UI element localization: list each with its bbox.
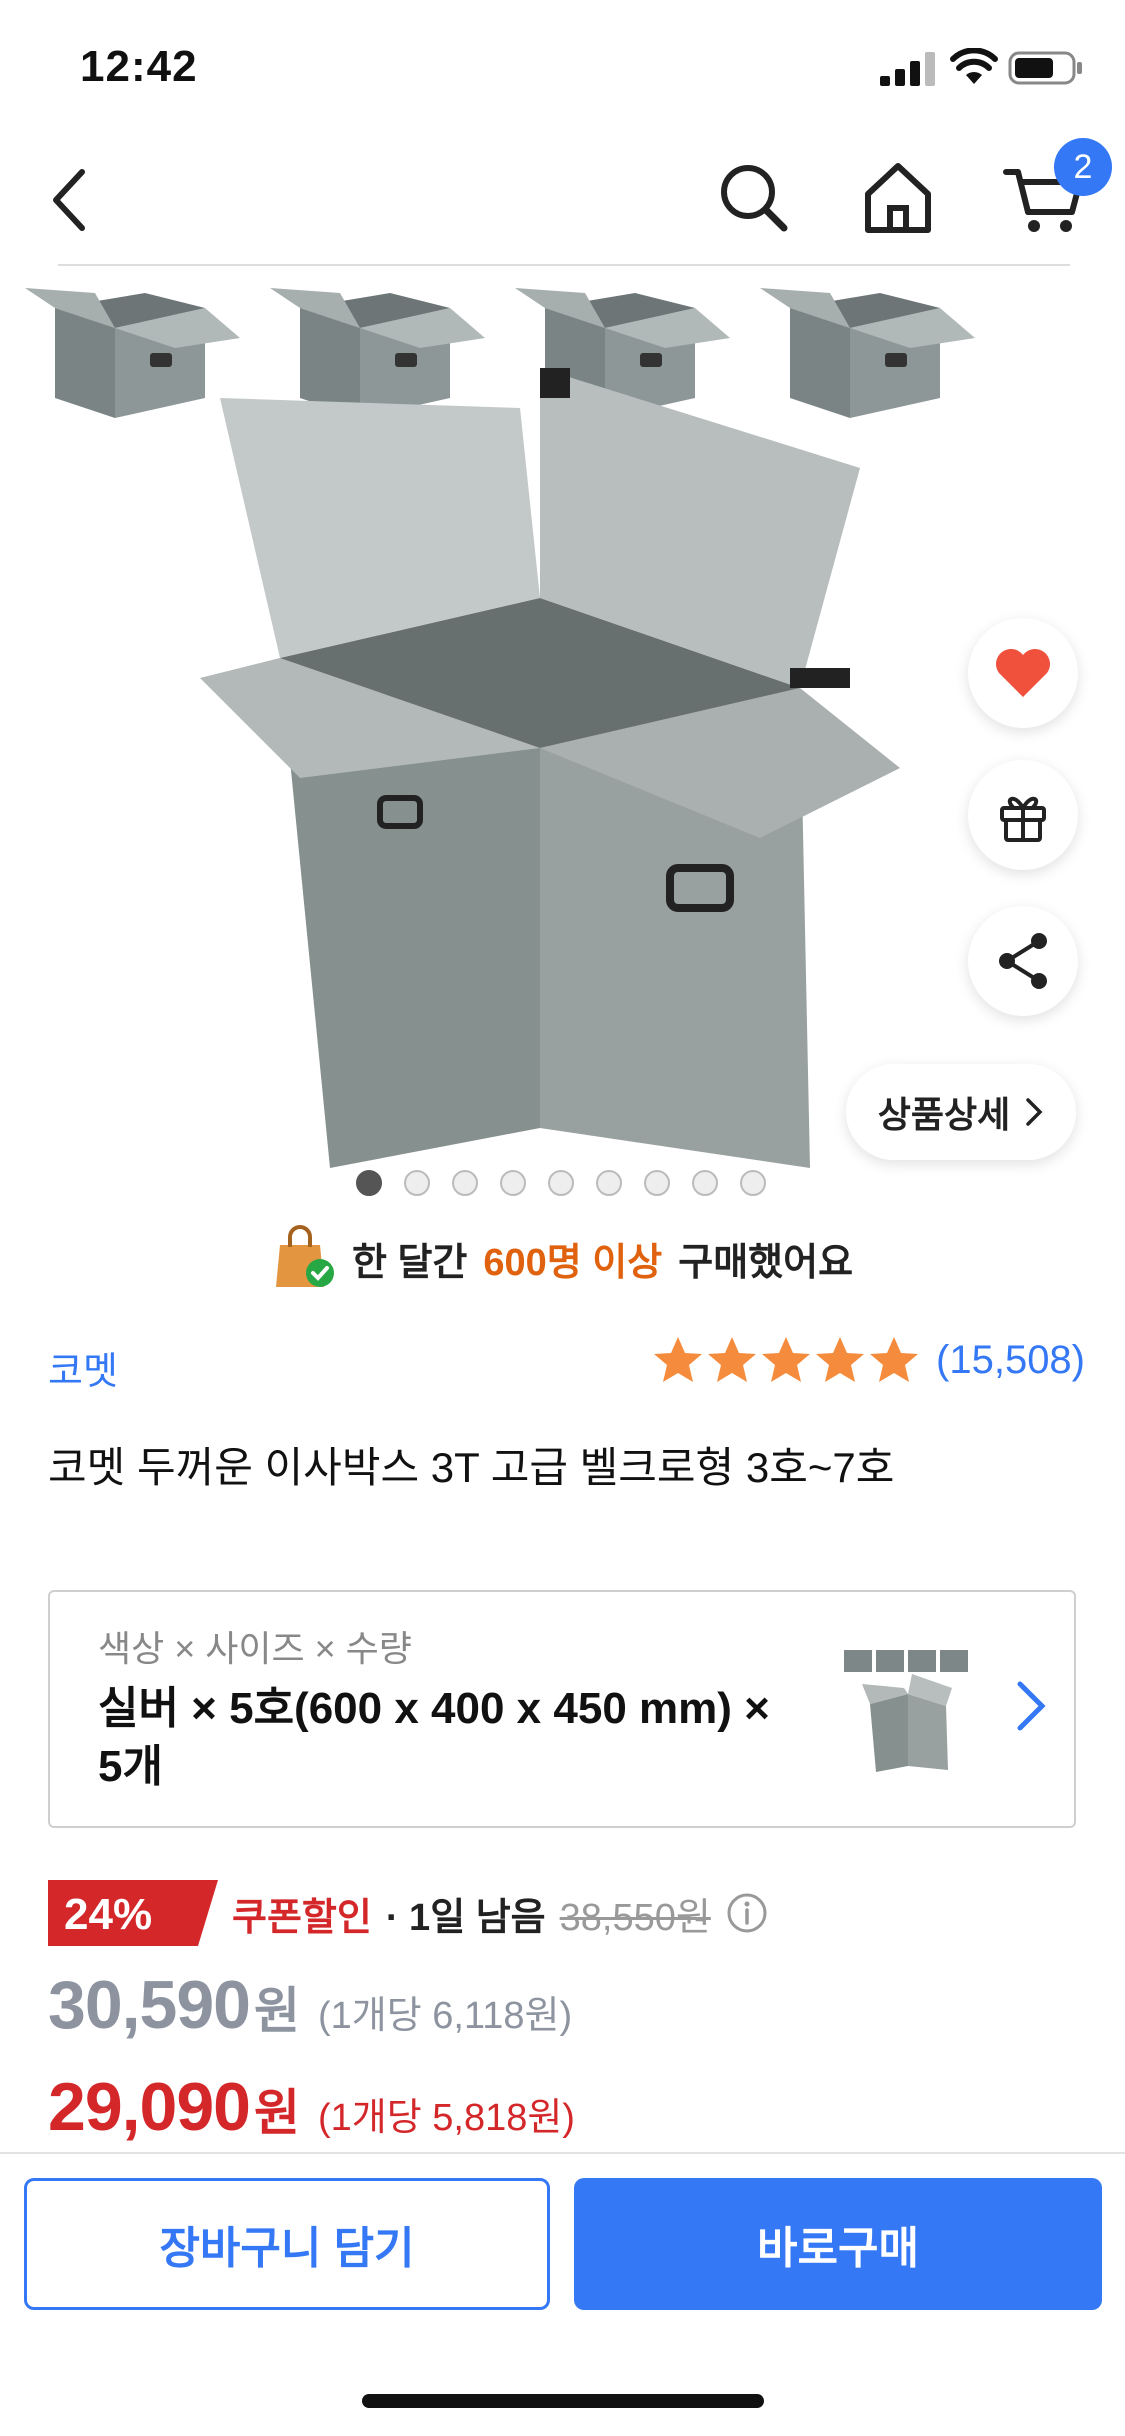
coupon-price-per-unit: (1개당 5,818원) — [317, 2097, 575, 2139]
purchase-count-banner: 한 달간 600명 이상 구매했어요 — [0, 1218, 1125, 1298]
purchase-suffix: 구매했어요 — [678, 1241, 854, 1284]
gift-button[interactable] — [968, 760, 1078, 870]
star-icon — [762, 1337, 811, 1382]
discount-row: 24% 쿠폰할인 · 1일 남음 38,550원 — [48, 1880, 769, 1946]
gallery-dot[interactable] — [740, 1170, 766, 1196]
shopping-bag-icon — [275, 1225, 334, 1287]
share-button[interactable] — [968, 906, 1078, 1016]
battery-icon — [1008, 51, 1082, 85]
gallery-dot[interactable] — [596, 1170, 622, 1196]
chevron-right-icon — [1017, 1681, 1046, 1731]
gallery-dot[interactable] — [500, 1170, 526, 1196]
product-title: 코멧 두꺼운 이사박스 3T 고급 벨크로형 3호~7호 — [48, 1444, 895, 1491]
star-icon — [816, 1337, 865, 1382]
gallery-dot[interactable] — [644, 1170, 670, 1196]
rating-count: (15,508) — [936, 1337, 1085, 1382]
brand-link[interactable]: 코멧 — [48, 1340, 118, 1395]
discount-badge: 24% — [48, 1880, 218, 1946]
heart-icon — [996, 649, 1050, 697]
cart-count-badge: 2 — [1054, 138, 1112, 196]
nav-divider — [58, 264, 1070, 266]
original-price: 38,550원 — [559, 1896, 711, 1939]
coupon-price-unit: 원 — [253, 2085, 300, 2141]
regular-price-per-unit: (1개당 6,118원) — [317, 1995, 573, 2037]
purchase-prefix: 한 달간 — [351, 1241, 468, 1284]
option-selector[interactable]: 색상 × 사이즈 × 수량 실버 × 5호(600 x 400 x 450 mm… — [48, 1590, 1076, 1828]
add-to-cart-button[interactable]: 장바구니 담기 — [24, 2178, 550, 2310]
status-time: 12:42 — [80, 42, 198, 91]
rating[interactable]: (15,508) — [652, 1334, 1085, 1386]
star-icon — [654, 1337, 703, 1382]
gift-icon — [1000, 796, 1046, 842]
gallery-dot[interactable] — [356, 1170, 382, 1196]
info-icon[interactable] — [725, 1891, 769, 1935]
coupon-label: 쿠폰할인 — [232, 1896, 372, 1939]
wishlist-button[interactable] — [968, 618, 1078, 728]
remaining-time: · 1일 남음 — [385, 1896, 546, 1939]
coupon-price: 29,090 원 (1개당 5,818원) — [48, 2068, 575, 2146]
bottom-divider — [0, 2152, 1125, 2154]
product-detail-label: 상품상세 — [877, 1094, 1011, 1135]
search-icon[interactable] — [714, 154, 794, 238]
regular-price: 30,590 원 (1개당 6,118원) — [48, 1966, 572, 2044]
purchase-highlight: 600명 이상 — [483, 1241, 663, 1284]
buy-now-button[interactable]: 바로구매 — [574, 2178, 1102, 2310]
gallery-dot[interactable] — [404, 1170, 430, 1196]
regular-price-value: 30,590 — [48, 1967, 251, 2043]
option-label: 색상 × 사이즈 × 수량 — [98, 1628, 412, 1669]
product-detail-button[interactable]: 상품상세 — [846, 1064, 1076, 1160]
gallery-dots — [356, 1170, 766, 1196]
home-indicator — [362, 2394, 764, 2408]
regular-price-unit: 원 — [253, 1983, 300, 2039]
top-nav — [0, 140, 1125, 270]
option-value: 실버 × 5호(600 x 400 x 450 mm) × 5개 — [98, 1684, 770, 1791]
status-bar: 12:42 — [0, 0, 1125, 132]
share-icon — [999, 933, 1047, 989]
wifi-icon — [950, 48, 998, 84]
signal-icon — [880, 52, 935, 86]
discount-percent: 24% — [64, 1890, 153, 1939]
home-icon[interactable] — [858, 154, 938, 238]
option-thumbnail — [844, 1650, 968, 1772]
back-icon[interactable] — [40, 162, 100, 238]
star-icon — [870, 1337, 919, 1382]
gallery-dot[interactable] — [692, 1170, 718, 1196]
gallery-dot[interactable] — [452, 1170, 478, 1196]
coupon-price-value: 29,090 — [48, 2069, 251, 2145]
chevron-right-icon — [1026, 1098, 1043, 1126]
star-icon — [708, 1337, 757, 1382]
gallery-dot[interactable] — [548, 1170, 574, 1196]
